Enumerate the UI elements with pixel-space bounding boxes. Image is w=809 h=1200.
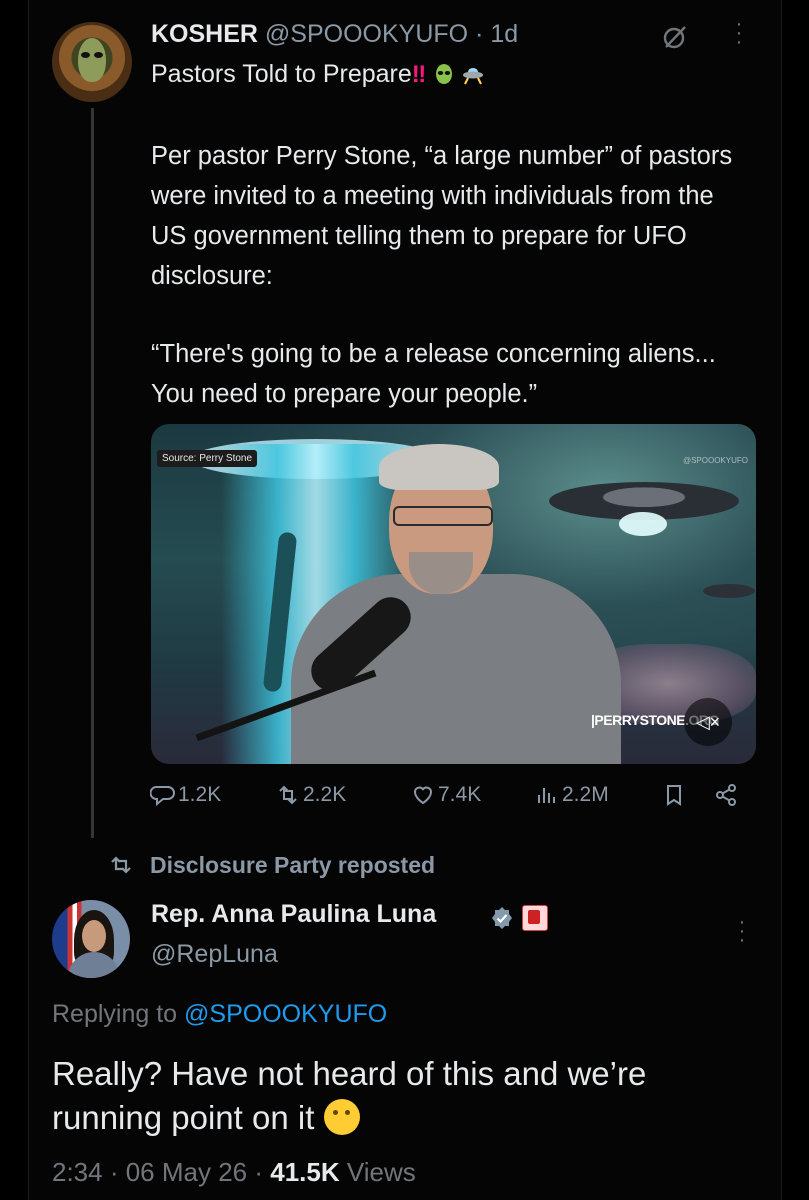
reply-button[interactable]: 1.2K — [150, 782, 221, 808]
ufo-glow — [619, 512, 667, 536]
alien-face — [78, 38, 106, 82]
reply-count: 1.2K — [178, 783, 222, 806]
reply-icon — [150, 786, 175, 807]
replying-to-mention[interactable]: @SPOOOKYUFO — [184, 1000, 387, 1028]
alien-icon — [436, 64, 453, 84]
replying-to-prefix: Replying to — [52, 1000, 178, 1028]
author-name[interactable]: KOSHER — [151, 20, 258, 48]
speaker-muted-icon[interactable]: ◁× — [684, 698, 732, 746]
repost-banner[interactable]: Disclosure Party reposted — [108, 852, 435, 879]
reply-text: Really? Have not heard of this and we’re… — [52, 1052, 752, 1140]
verified-badge-icon — [492, 907, 512, 929]
views-count: 2.2M — [562, 783, 609, 806]
bookmark-button[interactable] — [661, 782, 687, 808]
thread-connector-line — [91, 108, 94, 838]
ufo-saucer-small — [703, 584, 755, 598]
reply-views-count: 41.5K — [270, 1157, 340, 1187]
tweet-header: KOSHER @SPOOOKYUFO · 1d — [151, 20, 518, 49]
share-icon — [716, 784, 736, 806]
alien-eye — [94, 52, 103, 58]
reply-author-name[interactable]: Rep. Anna Paulina Luna — [151, 900, 436, 929]
like-button[interactable]: 7.4K — [410, 782, 481, 808]
tweet-action-bar: 1.2K 2.2K 7.4K 2.2M — [0, 782, 809, 818]
tweet-paragraph-2: “There's going to be a release concernin… — [151, 340, 716, 408]
views-button[interactable]: 2.2M — [534, 782, 609, 808]
more-options-icon[interactable]: · · · — [729, 14, 749, 52]
replying-to: Replying to @SPOOOKYUFO — [52, 1000, 387, 1029]
grok-icon[interactable] — [662, 24, 688, 50]
header-separator: · — [475, 20, 484, 48]
share-button[interactable] — [713, 782, 739, 808]
double-exclamation-icon: ‼ — [411, 61, 427, 88]
flying-saucer-icon — [463, 68, 484, 85]
like-count: 7.4K — [438, 783, 482, 806]
thinking-face-icon — [323, 1099, 360, 1135]
speaker-glasses — [393, 506, 493, 526]
affiliation-badge-icon[interactable] — [522, 905, 548, 931]
alien-eye — [81, 52, 90, 58]
repost-count: 2.2K — [303, 783, 347, 806]
author-handle[interactable]: @SPOOOKYUFO — [265, 20, 468, 48]
repost-banner-icon — [111, 856, 131, 874]
repost-icon — [279, 785, 297, 805]
reply-date[interactable]: 06 May 26 — [126, 1157, 247, 1187]
reply-time[interactable]: 2:34 — [52, 1157, 103, 1187]
video-watermark: @SPOOOKYUFO — [682, 456, 748, 465]
tweet-title: Pastors Told to Prepare‼ — [151, 60, 484, 89]
tweet-age[interactable]: 1d — [490, 20, 518, 48]
reply-author-avatar[interactable] — [52, 900, 130, 978]
tweet-paragraph-1: Per pastor Perry Stone, “a large number”… — [151, 142, 733, 290]
repost-banner-text: Disclosure Party reposted — [150, 852, 436, 878]
author-avatar[interactable] — [52, 22, 132, 102]
views-chart-icon — [538, 788, 555, 803]
avatar-face — [82, 920, 106, 952]
heart-icon — [413, 786, 433, 805]
bookmark-icon — [667, 785, 681, 806]
reply-author-handle[interactable]: @RepLuna — [151, 940, 278, 969]
reply-more-options-icon[interactable]: · · · — [732, 912, 752, 950]
tweet-video[interactable]: Source: Perry Stone @SPOOOKYUFO |PERRYST… — [151, 424, 756, 764]
source-label: Source: Perry Stone — [157, 450, 258, 467]
repost-button[interactable]: 2.2K — [275, 782, 346, 808]
reply-views-label: Views — [346, 1157, 416, 1187]
tweet-title-text: Pastors Told to Prepare — [151, 60, 412, 88]
speaker-hair — [379, 444, 499, 490]
reply-meta: 2:34 · 06 May 26 · 41.5K Views — [52, 1157, 416, 1187]
